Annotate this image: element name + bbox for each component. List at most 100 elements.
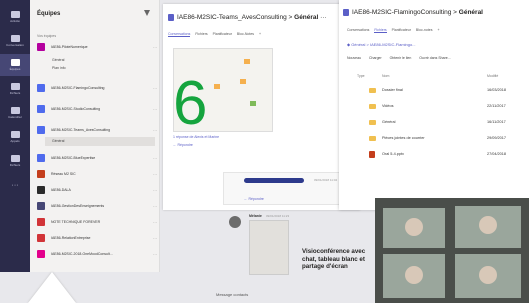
teams-window-flamingo: IAE86-M2SIC-FlamingoConsulting > Général… [339, 0, 529, 210]
participant-video [479, 216, 497, 234]
channel-general-selected[interactable]: Général [45, 137, 155, 146]
app-rail: Activité Conversation Équipes Fichiers C… [0, 0, 30, 272]
rail-item-files[interactable]: Fichiers [0, 78, 30, 100]
more-icon[interactable]: ··· [149, 45, 157, 50]
powerpoint-icon [369, 151, 375, 158]
team-row[interactable]: IAE86-DALA ··· [37, 184, 157, 196]
team-row[interactable]: IAE86-RelationEntreprise ··· [37, 232, 157, 244]
participant-video [479, 266, 497, 284]
team-avatar [37, 154, 45, 162]
team-avatar [37, 218, 45, 226]
tab-notebook[interactable]: Bloc-Notes [237, 32, 254, 37]
team-row[interactable]: IAE86-GestionDesEnseignements ··· [37, 200, 157, 212]
team-avatar [37, 126, 45, 134]
upload-button[interactable]: Charger [369, 56, 382, 60]
column-type[interactable]: Type [357, 74, 365, 78]
channel-general[interactable]: Général [52, 58, 64, 62]
video-call-window [375, 198, 529, 303]
files-icon [10, 83, 20, 90]
more-icon[interactable]: ··· [149, 252, 157, 257]
rail-item-chat[interactable]: Conversation [0, 30, 30, 52]
tab-planner[interactable]: Planificateur [213, 32, 232, 37]
rail-item-activity[interactable]: Activité [0, 6, 30, 28]
more-icon[interactable]: ··· [149, 128, 157, 133]
sticky-note [250, 101, 256, 106]
teams-logo-icon [343, 9, 349, 16]
team-row[interactable]: IAE86-M2SIC-2018-OneMoodConsult... ··· [37, 248, 157, 260]
tab-conversations[interactable]: Conversations [347, 28, 369, 33]
team-row[interactable]: IAE86-M2SIC-BlueExpertise ··· [37, 152, 157, 164]
participant-tile[interactable] [383, 208, 445, 248]
tab-notebook[interactable]: Bloc-notes [416, 28, 433, 33]
sticky-note [240, 79, 246, 84]
more-icon: ··· [11, 182, 19, 189]
team-avatar [37, 105, 45, 113]
handwritten-photo[interactable] [249, 220, 289, 275]
teams-panel: Équipes Vos équipes IAE86-PiloteNumeriqu… [30, 0, 160, 272]
column-name[interactable]: Nom [382, 74, 389, 78]
tab-add[interactable]: + [437, 28, 439, 33]
team-row[interactable]: NOTE TECHNIQUE FOREVER ··· [37, 216, 157, 228]
calendar-icon [10, 107, 20, 114]
more-icon[interactable]: ··· [149, 107, 157, 112]
file-row[interactable]: Général 16/11/2017 [347, 118, 527, 130]
team-row[interactable]: IAE86-M2SIC-StudioConsulting ··· [37, 103, 157, 115]
tab-planner[interactable]: Planificateur [392, 28, 411, 33]
file-row[interactable]: Pièces jointes de courrier 29/09/2017 [347, 134, 527, 146]
folder-icon [369, 104, 376, 109]
filter-icon[interactable] [144, 10, 150, 16]
reply-button[interactable]: ← Répondre [173, 143, 193, 147]
get-link-button[interactable]: Obtenir le lien [390, 56, 412, 60]
column-modified[interactable]: Modifié [487, 74, 498, 78]
more-icon[interactable]: ··· [149, 172, 157, 177]
channel-title: IAE86-M2SIC-Teams_AvesConsulting > Génér… [177, 14, 327, 21]
more-icon[interactable]: ··· [149, 204, 157, 209]
post-author: Mélanie [249, 214, 262, 218]
reply-button[interactable]: ← Répondre [244, 197, 264, 201]
participant-tile[interactable] [455, 254, 521, 298]
tab-files[interactable]: Fichiers [374, 28, 387, 33]
team-avatar [37, 250, 45, 258]
more-icon[interactable]: ··· [149, 236, 157, 241]
new-button[interactable]: Nouveau [347, 56, 361, 60]
channel-plan-info[interactable]: Plan info [52, 66, 66, 70]
tab-conversations[interactable]: Conversations [168, 32, 191, 37]
file-row[interactable]: Dossier final 16/03/2018 [347, 86, 527, 98]
team-avatar [37, 234, 45, 242]
folder-icon [369, 88, 376, 93]
files-icon [10, 155, 20, 162]
team-row[interactable]: IAE86-M2SIC-Teams_AvesConsulting ··· [37, 124, 157, 136]
screenshot-collage: Activité Conversation Équipes Fichiers C… [0, 0, 529, 303]
participant-tile[interactable] [455, 206, 521, 248]
phone-icon [10, 131, 20, 138]
rail-item-more[interactable]: ··· [0, 174, 30, 196]
participant-tile[interactable] [383, 254, 445, 298]
message-card: 09/01/2018 11:02 ← Répondre [223, 172, 348, 205]
more-icon[interactable]: ··· [149, 86, 157, 91]
teams-header: Équipes [37, 11, 61, 17]
team-row[interactable]: Réseau M2 SIC ··· [37, 168, 157, 180]
more-icon[interactable]: ··· [149, 188, 157, 193]
breadcrumb[interactable]: ◆ Général > IAE86-M2SIC-Flamingo... [347, 42, 416, 47]
participant-video [405, 266, 423, 284]
file-row[interactable]: Oral 5-4.pptx 27/04/2018 [347, 150, 527, 162]
team-row[interactable]: IAE86-M2SIC-FlamingoConsulting ··· [37, 82, 157, 94]
participant-video [405, 218, 423, 236]
file-row[interactable]: Vidéos 22/11/2017 [347, 102, 527, 114]
rail-item-files-2[interactable]: Fichiers [0, 150, 30, 172]
message-contacts-label: Message contacts [216, 292, 249, 297]
rail-item-calls[interactable]: Appels [0, 126, 30, 148]
sticky-note [214, 84, 220, 89]
open-sharepoint-button[interactable]: Ouvrir dans Share... [419, 56, 450, 60]
more-icon[interactable]: ··· [149, 220, 157, 225]
rail-item-calendar[interactable]: Calendrier [0, 102, 30, 124]
cursor-arrow-icon [28, 272, 76, 303]
rail-item-teams[interactable]: Équipes [0, 54, 30, 76]
teams-logo-icon [168, 14, 174, 21]
tab-files[interactable]: Fichiers [195, 32, 207, 37]
team-avatar [37, 186, 45, 194]
tab-add[interactable]: + [259, 32, 261, 37]
more-icon[interactable]: ··· [149, 156, 157, 161]
team-row[interactable]: IAE86-PiloteNumerique ··· [37, 41, 157, 53]
folder-icon [369, 120, 376, 125]
